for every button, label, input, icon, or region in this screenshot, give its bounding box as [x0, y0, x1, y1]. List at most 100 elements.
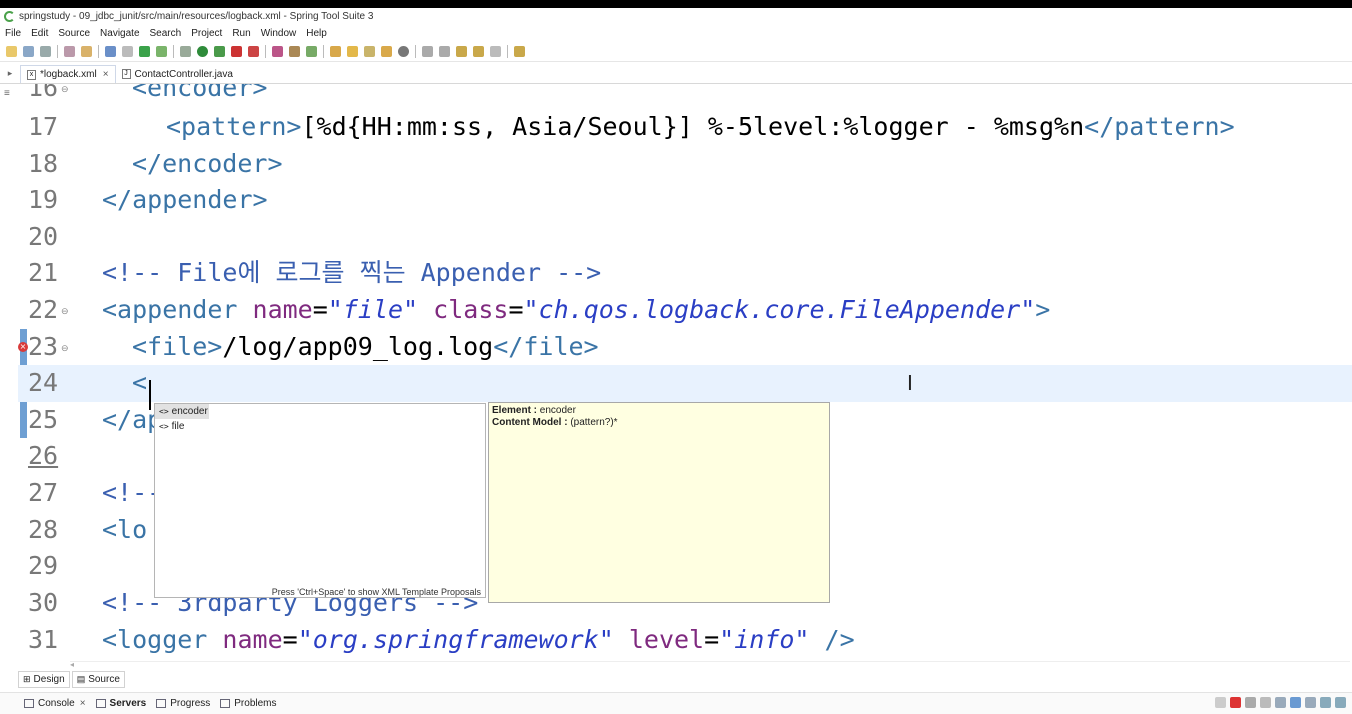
refresh-icon[interactable]	[156, 46, 167, 57]
close-icon[interactable]: ×	[80, 698, 86, 709]
run-config-icon[interactable]	[214, 46, 225, 57]
tab-contact-controller[interactable]: J ContactController.java	[116, 65, 239, 83]
main-toolbar	[0, 42, 1352, 62]
code-line: 21 <!-- File에 로그를 찍는 Appender -->	[18, 255, 1352, 292]
code-text: <appender name="file" class="ch.qos.logb…	[102, 295, 1051, 324]
menu-project[interactable]: Project	[191, 28, 222, 39]
design-icon: ⊞	[23, 673, 31, 684]
code-line: × 23 ⊖ <file>/log/app09_log.log</file>	[18, 329, 1352, 438]
left-trim: ≡	[0, 84, 18, 664]
tab-label: Design	[33, 673, 65, 685]
show-console-icon[interactable]	[1305, 697, 1316, 708]
back-icon[interactable]	[473, 46, 484, 57]
menu-help[interactable]: Help	[306, 28, 327, 39]
view-label: Servers	[109, 698, 147, 709]
servers-icon	[95, 699, 106, 708]
code-line: 31 <logger name="org.springframework" le…	[18, 622, 1352, 659]
line-number: 31	[28, 625, 59, 654]
toolbar-separator	[173, 45, 174, 58]
close-icon[interactable]: ×	[103, 69, 109, 80]
outline-icon[interactable]: ≡	[4, 88, 10, 99]
new-project-icon[interactable]	[272, 46, 283, 57]
save-icon[interactable]	[23, 46, 34, 57]
run-icon[interactable]	[197, 46, 208, 57]
debug-icon[interactable]	[180, 46, 191, 57]
menu-file[interactable]: File	[5, 28, 21, 39]
error-icon[interactable]: ×	[18, 342, 28, 352]
info-element-value: encoder	[539, 405, 576, 416]
toolbar-separator	[507, 45, 508, 58]
scroll-lock-icon[interactable]	[1275, 697, 1286, 708]
proposal-item[interactable]: <> file	[155, 419, 485, 434]
new-icon[interactable]	[6, 46, 17, 57]
open-folder-icon[interactable]	[330, 46, 341, 57]
window-title: springstudy - 09_jdbc_junit/src/main/res…	[19, 11, 374, 22]
element-tag-icon: <>	[159, 407, 169, 416]
save-all-icon[interactable]	[40, 46, 51, 57]
menu-window[interactable]: Window	[261, 28, 297, 39]
spring-boot-icon[interactable]	[139, 46, 150, 57]
menu-search[interactable]: Search	[150, 28, 182, 39]
line-number: 27	[28, 478, 59, 507]
tab-design[interactable]: ⊞ Design	[18, 670, 70, 688]
line-number: 26	[28, 441, 59, 470]
line-number: 19	[28, 185, 59, 214]
content-assist-popup[interactable]: <> encoder <> file Press 'Ctrl+Space' to…	[154, 403, 486, 598]
proposal-item[interactable]: <> encoder	[155, 404, 209, 419]
view-servers[interactable]: Servers	[95, 698, 147, 709]
toolbar-separator	[323, 45, 324, 58]
remove-launch-icon[interactable]	[1245, 697, 1256, 708]
view-progress[interactable]: Progress	[156, 698, 210, 709]
menu-bar: File Edit Source Navigate Search Project…	[0, 25, 1352, 41]
line-number: 18	[28, 149, 59, 178]
pen-icon[interactable]	[364, 46, 375, 57]
external-tools-icon[interactable]	[248, 46, 259, 57]
fold-icon[interactable]: ⊖	[61, 306, 69, 317]
view-console[interactable]: Console ×	[24, 698, 86, 709]
line-number: 30	[28, 588, 59, 617]
horizontal-scrollbar[interactable]: ◂	[70, 660, 1350, 670]
word-wrap-icon[interactable]	[1290, 697, 1301, 708]
terminal-icon[interactable]	[105, 46, 116, 57]
tab-logback-xml[interactable]: x *logback.xml ×	[20, 65, 116, 83]
terminate-icon[interactable]	[1230, 697, 1241, 708]
menu-edit[interactable]: Edit	[31, 28, 48, 39]
tab-list-icon[interactable]: ▸	[0, 63, 20, 83]
scroll-left-icon[interactable]: ◂	[70, 660, 74, 669]
screen-top-strip	[0, 0, 1352, 8]
code-line: 18 </encoder>	[18, 146, 1352, 183]
code-text: </encoder>	[132, 149, 283, 178]
open-file-icon[interactable]	[347, 46, 358, 57]
task-icon[interactable]	[381, 46, 392, 57]
previous-annotation-icon[interactable]	[439, 46, 450, 57]
line-number: 28	[28, 515, 59, 544]
print-icon[interactable]	[64, 46, 75, 57]
new-class-icon[interactable]	[306, 46, 317, 57]
mark-icon[interactable]	[398, 46, 409, 57]
menu-navigate[interactable]: Navigate	[100, 28, 139, 39]
pin-icon[interactable]	[1215, 697, 1226, 708]
next-annotation-icon[interactable]	[422, 46, 433, 57]
view-problems[interactable]: Problems	[220, 698, 277, 709]
remove-all-icon[interactable]	[1260, 697, 1271, 708]
open-type-icon[interactable]	[81, 46, 92, 57]
fold-icon[interactable]: ⊖	[61, 343, 69, 354]
new-package-icon[interactable]	[289, 46, 300, 57]
fold-icon[interactable]: ⊖	[61, 84, 69, 95]
skip-breakpoints-icon[interactable]	[122, 46, 133, 57]
display-console-icon[interactable]	[1335, 697, 1346, 708]
open-perspective-icon[interactable]	[514, 46, 525, 57]
xml-file-icon: x	[27, 69, 36, 80]
tab-source[interactable]: ▤ Source	[71, 670, 125, 688]
forward-icon[interactable]	[490, 46, 501, 57]
stop-icon[interactable]	[231, 46, 242, 57]
open-console-icon[interactable]	[1320, 697, 1331, 708]
code-text: <logger name="org.springframework" level…	[102, 625, 855, 654]
code-text: <	[132, 368, 148, 397]
info-content-label: Content Model :	[492, 417, 568, 428]
menu-source[interactable]: Source	[58, 28, 90, 39]
last-edit-icon[interactable]	[456, 46, 467, 57]
code-text: <file>/log/app09_log.log</file>	[132, 332, 599, 361]
menu-run[interactable]: Run	[232, 28, 250, 39]
bottom-views-bar: Console × Servers Progress Problems	[0, 692, 1352, 714]
